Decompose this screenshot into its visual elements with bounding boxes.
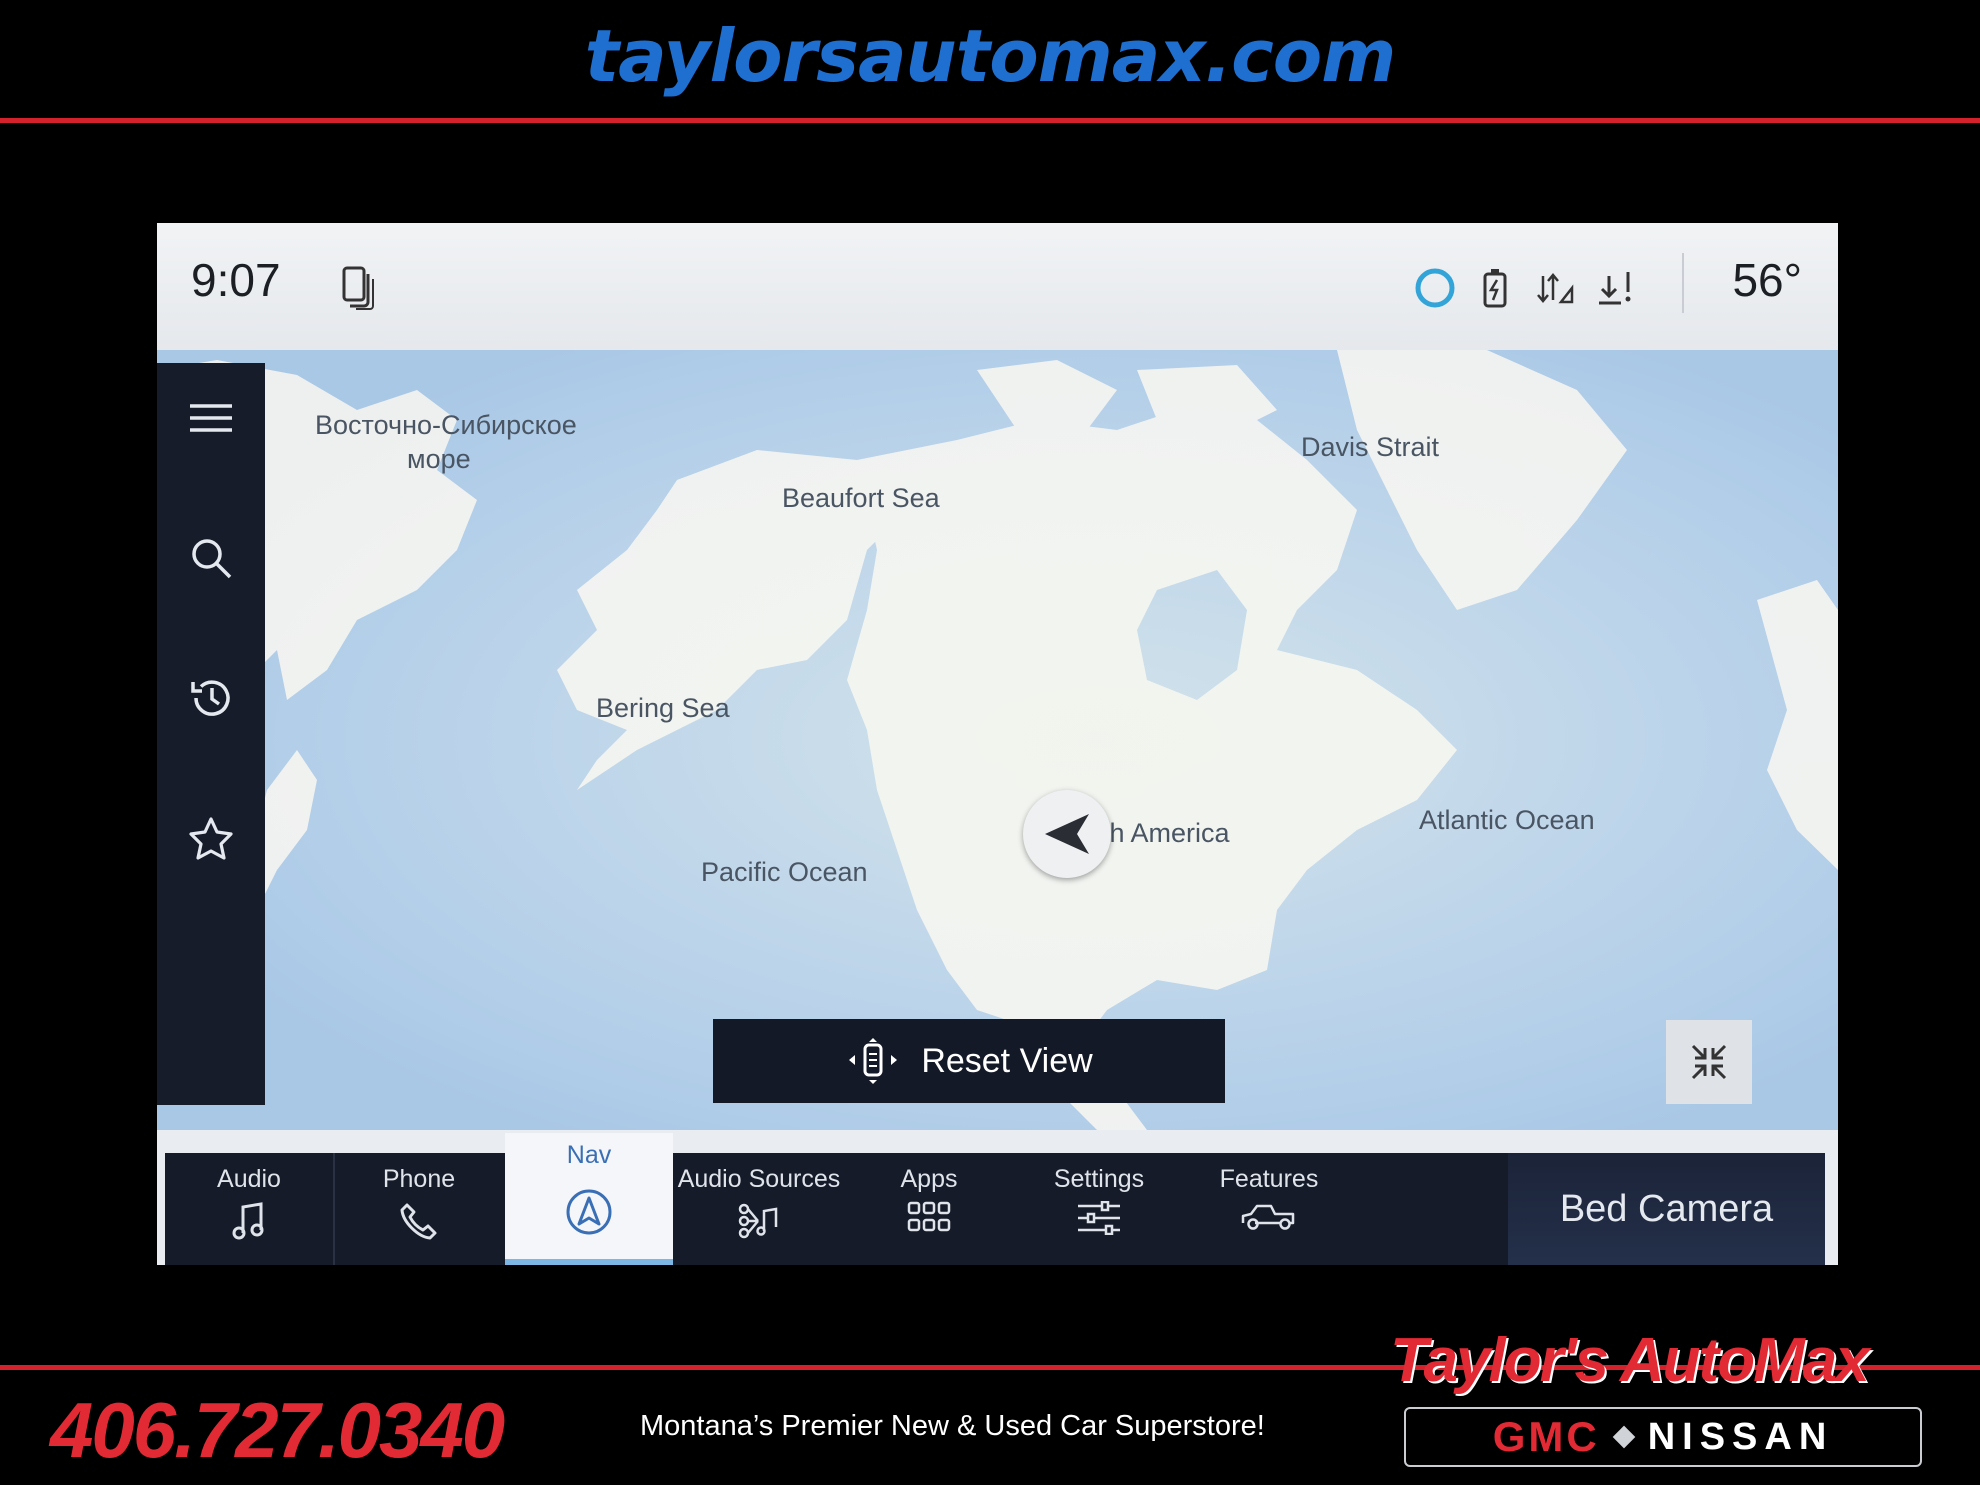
status-bar: 9:07 56°: [157, 223, 1838, 350]
collapse-icon: [1691, 1044, 1727, 1080]
alexa-ring-icon[interactable]: [1413, 263, 1457, 313]
outside-temperature: 56°: [1732, 254, 1802, 306]
favorites-star-icon: [189, 817, 233, 860]
map-label-pacific-ocean: Pacific Ocean: [701, 857, 868, 887]
dealer-tagline: Montana’s Premier New & Used Car Superst…: [640, 1410, 1265, 1442]
tab-features-label: Features: [1219, 1165, 1319, 1193]
status-divider: [1682, 253, 1684, 313]
phone-handset-icon: [400, 1203, 437, 1240]
tab-audio-sources-label: Audio Sources: [677, 1165, 841, 1193]
menu-button[interactable]: [157, 363, 265, 473]
red-divider-top: [0, 118, 1980, 123]
tab-audio[interactable]: Audio: [165, 1153, 333, 1265]
tab-settings-label: Settings: [1053, 1165, 1145, 1193]
search-button[interactable]: [157, 503, 265, 613]
tab-nav[interactable]: Nav: [505, 1133, 673, 1265]
tab-apps-label: Apps: [900, 1165, 958, 1193]
search-icon: [192, 539, 232, 579]
tab-settings[interactable]: Settings: [1015, 1153, 1183, 1265]
battery-charge-icon: [1473, 263, 1517, 313]
navigation-arrow-icon: [566, 1189, 612, 1235]
collapse-map-button[interactable]: [1666, 1020, 1752, 1104]
music-note-icon: [232, 1202, 264, 1240]
dealer-phone: 406.727.0340: [50, 1386, 505, 1474]
active-tab-indicator: [505, 1259, 673, 1265]
tab-audio-label: Audio: [217, 1165, 281, 1193]
sliders-icon: [1078, 1201, 1120, 1235]
history-button[interactable]: [157, 643, 265, 753]
favorites-button[interactable]: [157, 783, 265, 893]
map-label-davis-strait: Davis Strait: [1301, 432, 1440, 462]
map-label-atlantic-ocean: Atlantic Ocean: [1419, 805, 1595, 835]
clock: 9:07: [191, 254, 281, 306]
tab-apps[interactable]: Apps: [845, 1153, 1013, 1265]
tab-phone-label: Phone: [382, 1165, 456, 1193]
map-label-east-siberian-sea-2: море: [407, 444, 471, 474]
website-banner: taylorsautomax.com: [584, 14, 1397, 98]
vehicle-position-marker[interactable]: [1023, 790, 1111, 878]
bed-camera-button[interactable]: Bed Camera: [1508, 1153, 1825, 1265]
map-view[interactable]: Восточно-Сибирское море Beaufort Sea Dav…: [157, 350, 1838, 1130]
bottom-nav-bar: Audio Phone Nav Audio Sources Apps Setti…: [165, 1133, 1825, 1265]
reset-view-button[interactable]: Reset View: [713, 1019, 1225, 1103]
tab-audio-sources[interactable]: Audio Sources: [675, 1153, 843, 1265]
download-alert-icon: [1593, 263, 1637, 313]
navigation-arrow-icon: [1045, 814, 1089, 854]
map-sidebar: [157, 363, 265, 1105]
brand-badges: GMC NISSAN: [1404, 1407, 1922, 1467]
map-label-north-america: th America: [1102, 818, 1230, 848]
nissan-logo: NISSAN: [1647, 1415, 1834, 1458]
menu-icon: [190, 404, 232, 432]
infotainment-screen: 9:07 56° Восточно-Сибирское море Beaufor…: [157, 223, 1838, 1265]
reset-view-icon: [849, 1038, 898, 1084]
history-icon: [191, 680, 230, 716]
truck-icon: [1241, 1204, 1295, 1230]
signal-icon: [1533, 263, 1577, 313]
apps-grid-icon: [907, 1201, 951, 1232]
map-label-east-siberian-sea: Восточно-Сибирское: [315, 410, 577, 440]
tab-phone[interactable]: Phone: [335, 1153, 503, 1265]
tab-features[interactable]: Features: [1185, 1153, 1353, 1265]
reset-view-label: Reset View: [921, 1041, 1093, 1080]
audio-sources-icon: [738, 1203, 778, 1239]
gmc-logo: GMC: [1492, 1413, 1600, 1460]
map-label-beaufort-sea: Beaufort Sea: [782, 483, 940, 513]
map-label-bering-sea: Bering Sea: [596, 693, 730, 723]
tab-nav-label: Nav: [566, 1141, 612, 1169]
diamond-separator-icon: [1612, 1425, 1636, 1449]
phone-devices-icon[interactable]: [337, 263, 381, 313]
dealer-logo: Taylor's AutoMax: [1390, 1326, 1870, 1395]
